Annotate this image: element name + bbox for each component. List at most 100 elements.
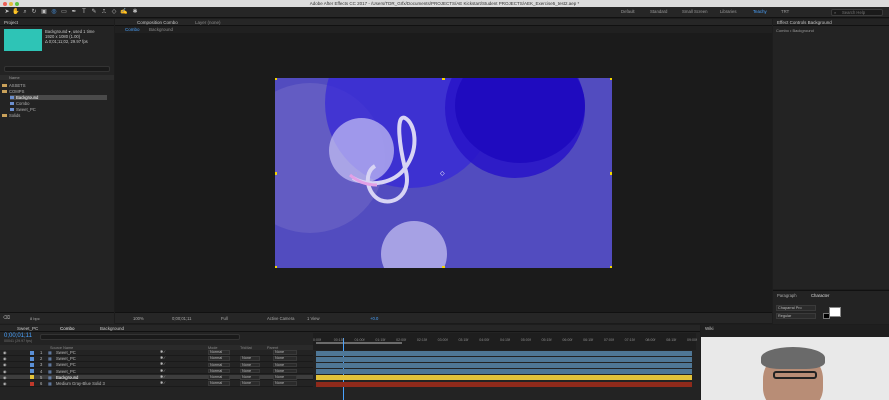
layer-row[interactable]: ◉ 5 ▦ Background ✱ ⁄ Normal None None [0, 374, 313, 381]
visibility-eye-icon[interactable]: ◉ [3, 369, 7, 374]
pan-behind-tool-icon[interactable]: ◎ [50, 8, 58, 16]
layer-switches[interactable]: ✱ ⁄ [160, 356, 165, 361]
layer-row[interactable]: ◉ 2 ▦ Sweet_PC ✱ ⁄ Normal None None [0, 356, 313, 362]
layer-duration-bar[interactable] [316, 356, 692, 362]
layer-row[interactable]: ◉ 6 ▦ Medium Gray-Blue Solid 3 ✱ ⁄ Normal None… [0, 381, 313, 387]
tab-character[interactable]: Character [811, 293, 829, 298]
brush-tool-icon[interactable]: ✎ [90, 8, 98, 16]
trkmat-dropdown[interactable]: None [240, 375, 260, 380]
camera-dropdown[interactable]: Active Camera [267, 316, 294, 321]
zoom-tool-icon[interactable]: ⌕ [21, 8, 29, 16]
layer-duration-bar[interactable] [316, 381, 692, 387]
mode-header[interactable]: Mode [208, 346, 218, 350]
tree-item-solids[interactable]: Solids [2, 113, 20, 118]
layer-label-color[interactable] [30, 369, 34, 374]
tree-item-assets[interactable]: ASSETS [2, 83, 26, 88]
trkmat-dropdown[interactable]: None [240, 356, 260, 361]
layer-label-color[interactable] [30, 356, 34, 361]
parent-dropdown[interactable]: None [273, 375, 297, 380]
trkmat-dropdown[interactable]: None [240, 368, 260, 374]
visibility-eye-icon[interactable]: ◉ [3, 375, 7, 380]
layer-row[interactable]: ◉ 3 ▦ Sweet_PC ✱ ⁄ Normal None None [0, 362, 313, 368]
transform-handle[interactable] [610, 172, 612, 175]
visibility-eye-icon[interactable]: ◉ [3, 381, 7, 386]
layer-name[interactable]: Sweet_PC [56, 356, 76, 361]
mode-dropdown[interactable]: Normal [208, 356, 230, 361]
layer-switches[interactable]: ✱ ⁄ [160, 375, 165, 380]
workspace-libraries[interactable]: Libraries [720, 9, 736, 14]
views-dropdown[interactable]: 1 View [307, 316, 320, 321]
layer-label-color[interactable] [30, 362, 34, 367]
trkmat-header[interactable]: TrkMat [240, 346, 252, 350]
wiki-tab[interactable]: Wiki [705, 326, 714, 331]
stroke-color-swatch[interactable] [823, 313, 830, 319]
project-search-input[interactable] [4, 66, 110, 72]
zoom-icon[interactable] [15, 1, 19, 6]
workspace-small-screen[interactable]: Small Screen [682, 9, 708, 14]
viewer-timecode[interactable]: 0;00;01;11 [172, 316, 191, 321]
resolution-dropdown[interactable]: Full [221, 316, 228, 321]
eraser-icon[interactable]: ◇ [110, 8, 118, 16]
work-area-bar[interactable] [316, 342, 402, 344]
trash-icon[interactable]: ⌫ [3, 315, 10, 321]
trkmat-dropdown[interactable]: None [240, 362, 260, 368]
roto-brush-icon[interactable]: ✍ [120, 8, 128, 16]
composition-canvas[interactable]: ◇ [275, 78, 612, 268]
parent-header[interactable]: Parent [267, 346, 278, 350]
parent-dropdown[interactable]: None [273, 381, 297, 386]
fill-color-swatch[interactable] [829, 307, 841, 317]
timeline-tab-combo[interactable]: Combo [60, 326, 75, 331]
font-family-dropdown[interactable]: Chaparral Pro [776, 305, 816, 311]
tree-item-sweet-pc[interactable]: Sweet_PC [10, 107, 36, 112]
timeline-search-input[interactable] [40, 334, 240, 340]
visibility-eye-icon[interactable]: ◉ [3, 356, 7, 361]
tree-item-comps[interactable]: COMPS [2, 89, 24, 94]
mode-dropdown[interactable]: Normal [208, 381, 230, 386]
layer-duration-bar[interactable] [316, 362, 692, 368]
parent-dropdown[interactable]: None [273, 362, 297, 368]
transform-handle[interactable] [610, 78, 612, 80]
exposure-value[interactable]: +0.0 [370, 316, 378, 321]
layer-name[interactable]: Sweet_PC [56, 369, 76, 374]
timeline-tab-background[interactable]: Background [100, 326, 124, 331]
layer-row[interactable]: ◉ 1 ▦ Sweet_PC ✱ ⁄ Normal None [0, 350, 313, 356]
search-help-field[interactable]: ⌕ Search Help [831, 8, 883, 16]
minimize-icon[interactable] [9, 1, 13, 6]
layer-switches[interactable]: ✱ ⁄ [160, 362, 165, 367]
workspace-standard[interactable]: Standard [650, 9, 667, 14]
clone-stamp-icon[interactable]: ⎍ [100, 8, 108, 16]
layer-duration-bar[interactable] [316, 369, 692, 375]
source-name-header[interactable]: Source Name [50, 346, 73, 350]
transform-handle[interactable] [442, 78, 445, 80]
transform-handle[interactable] [275, 172, 277, 175]
transform-handle[interactable] [442, 266, 445, 268]
layer-label-color[interactable] [30, 381, 34, 386]
puppet-pin-icon[interactable]: ✱ [131, 8, 139, 16]
close-icon[interactable] [3, 1, 7, 6]
hand-tool-icon[interactable]: ✋ [12, 8, 20, 16]
workspace-default[interactable]: Default [621, 9, 635, 14]
crumb-combo[interactable]: Combo [125, 27, 140, 32]
layer-label-color[interactable] [30, 350, 34, 355]
layer-duration-bar[interactable] [316, 350, 692, 356]
parent-dropdown[interactable]: None [273, 356, 297, 361]
timeline-tab-sweet-pc[interactable]: Sweet_PC [17, 326, 38, 331]
layer-name[interactable]: Background [56, 375, 78, 380]
rectangle-tool-icon[interactable]: ▭ [60, 8, 68, 16]
rotate-tool-icon[interactable]: ↻ [30, 8, 38, 16]
trkmat-dropdown[interactable]: None [240, 381, 260, 386]
type-tool-icon[interactable]: T [80, 8, 88, 16]
transform-handle[interactable] [275, 266, 277, 268]
tab-paragraph[interactable]: Paragraph [777, 293, 797, 298]
layer-label-color[interactable] [30, 375, 34, 380]
mode-dropdown[interactable]: Normal [208, 350, 230, 355]
pen-tool-icon[interactable]: ✒ [70, 8, 78, 16]
zoom-level[interactable]: 100% [133, 316, 144, 321]
mode-dropdown[interactable]: Normal [208, 375, 230, 380]
parent-dropdown[interactable]: None [273, 350, 297, 355]
layer-name[interactable]: Sweet_PC [56, 350, 76, 355]
layer-duration-bar[interactable] [316, 375, 692, 381]
tab-composition-combo[interactable]: Composition Combo [137, 20, 178, 25]
visibility-eye-icon[interactable]: ◉ [3, 362, 7, 367]
layer-name[interactable]: Sweet_PC [56, 362, 76, 367]
